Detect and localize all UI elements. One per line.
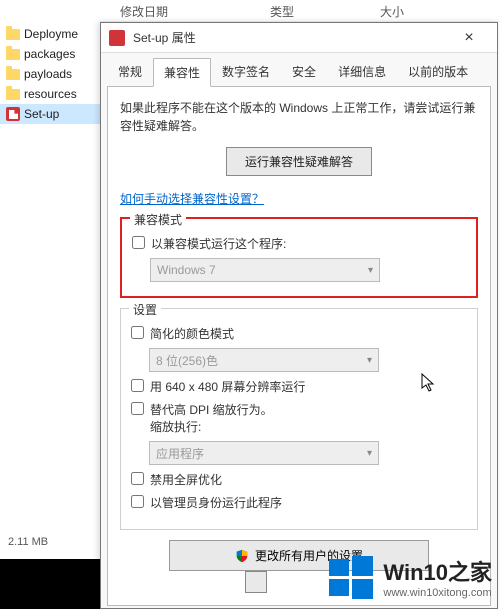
checkbox-label: 以管理员身份运行此程序 xyxy=(150,494,282,511)
checkbox-input[interactable] xyxy=(131,326,144,339)
combo-value: Windows 7 xyxy=(157,263,216,277)
file-label: Set-up xyxy=(24,107,59,121)
chevron-down-icon: ▾ xyxy=(367,448,372,459)
status-bar: 2.11 MB xyxy=(0,530,100,554)
dialog-title: Set-up 属性 xyxy=(133,29,449,46)
col-size[interactable]: 大小 xyxy=(370,0,450,21)
chevron-down-icon: ▾ xyxy=(367,355,372,366)
tab-signatures[interactable]: 数字签名 xyxy=(211,57,281,86)
preview-strip xyxy=(0,559,100,609)
watermark-url: www.win10xitong.com xyxy=(383,587,492,599)
button-fragment xyxy=(245,571,267,593)
folder-icon xyxy=(6,69,20,80)
compat-os-combo[interactable]: Windows 7 ▾ xyxy=(150,258,380,282)
file-label: packages xyxy=(24,47,75,61)
list-item[interactable]: Deployme xyxy=(0,24,100,44)
folder-icon xyxy=(6,89,20,100)
group-title: 兼容模式 xyxy=(130,211,186,228)
checkbox-input[interactable] xyxy=(131,472,144,485)
compat-mode-checkbox[interactable]: 以兼容模式运行这个程序: xyxy=(132,235,466,252)
chevron-down-icon: ▾ xyxy=(368,265,373,276)
checkbox-label: 以兼容模式运行这个程序: xyxy=(151,235,286,252)
checkbox-input[interactable] xyxy=(132,236,145,249)
dpi-scaling-combo[interactable]: 应用程序 ▾ xyxy=(149,441,379,465)
watermark-title: Win10之家 xyxy=(383,555,492,587)
settings-group: 设置 简化的颜色模式 8 位(256)色 ▾ 用 640 x 480 屏幕分辨率… xyxy=(120,308,478,530)
shield-icon xyxy=(235,549,249,563)
list-item[interactable]: resources xyxy=(0,84,100,104)
tab-strip: 常规 兼容性 数字签名 安全 详细信息 以前的版本 xyxy=(101,53,497,86)
compatibility-mode-group: 兼容模式 以兼容模式运行这个程序: Windows 7 ▾ xyxy=(120,217,478,298)
file-list: Deployme packages payloads resources Set… xyxy=(0,22,100,124)
checkbox-input[interactable] xyxy=(131,379,144,392)
checkbox-input[interactable] xyxy=(131,402,144,415)
folder-icon xyxy=(6,29,20,40)
properties-dialog: Set-up 属性 × 常规 兼容性 数字签名 安全 详细信息 以前的版本 如果… xyxy=(100,22,498,609)
windows-logo-icon xyxy=(327,553,375,601)
group-title: 设置 xyxy=(129,301,161,318)
disable-fullscreen-checkbox[interactable]: 禁用全屏优化 xyxy=(131,471,467,488)
list-item[interactable]: payloads xyxy=(0,64,100,84)
folder-icon xyxy=(6,49,20,60)
close-icon[interactable]: × xyxy=(449,29,489,47)
help-text: 如果此程序不能在这个版本的 Windows 上正常工作，请尝试运行兼容性疑难解答… xyxy=(120,99,478,135)
app-icon xyxy=(109,30,125,46)
checkbox-label: 简化的颜色模式 xyxy=(150,325,234,342)
list-item-selected[interactable]: Set-up xyxy=(0,104,100,124)
combo-value: 8 位(256)色 xyxy=(156,352,218,369)
checkbox-label: 用 640 x 480 屏幕分辨率运行 xyxy=(150,378,305,395)
list-item[interactable]: packages xyxy=(0,44,100,64)
col-date[interactable]: 修改日期 xyxy=(110,0,260,21)
tab-previous[interactable]: 以前的版本 xyxy=(397,57,479,86)
watermark: Win10之家 www.win10xitong.com xyxy=(327,553,492,601)
tab-details[interactable]: 详细信息 xyxy=(327,57,397,86)
file-explorer: Deployme packages payloads resources Set… xyxy=(0,0,100,609)
resolution-640-checkbox[interactable]: 用 640 x 480 屏幕分辨率运行 xyxy=(131,378,467,395)
tab-security[interactable]: 安全 xyxy=(281,57,327,86)
tab-panel: 如果此程序不能在这个版本的 Windows 上正常工作，请尝试运行兼容性疑难解答… xyxy=(107,86,491,606)
file-label: Deployme xyxy=(24,27,78,41)
checkbox-label: 禁用全屏优化 xyxy=(150,471,222,488)
setup-icon xyxy=(6,107,20,121)
file-label: payloads xyxy=(24,67,72,81)
tab-compatibility[interactable]: 兼容性 xyxy=(153,58,211,87)
checkbox-label: 替代高 DPI 缩放行为。 缩放执行: xyxy=(150,401,273,435)
col-type[interactable]: 类型 xyxy=(260,0,370,21)
checkbox-input[interactable] xyxy=(131,495,144,508)
tab-general[interactable]: 常规 xyxy=(107,57,153,86)
color-depth-combo[interactable]: 8 位(256)色 ▾ xyxy=(149,348,379,372)
troubleshoot-button[interactable]: 运行兼容性疑难解答 xyxy=(226,147,372,176)
manual-settings-link[interactable]: 如何手动选择兼容性设置？ xyxy=(120,190,264,207)
file-label: resources xyxy=(24,87,77,101)
reduced-color-checkbox[interactable]: 简化的颜色模式 xyxy=(131,325,467,342)
combo-value: 应用程序 xyxy=(156,445,204,462)
run-as-admin-checkbox[interactable]: 以管理员身份运行此程序 xyxy=(131,494,467,511)
titlebar[interactable]: Set-up 属性 × xyxy=(101,23,497,53)
dpi-override-checkbox[interactable]: 替代高 DPI 缩放行为。 缩放执行: xyxy=(131,401,467,435)
